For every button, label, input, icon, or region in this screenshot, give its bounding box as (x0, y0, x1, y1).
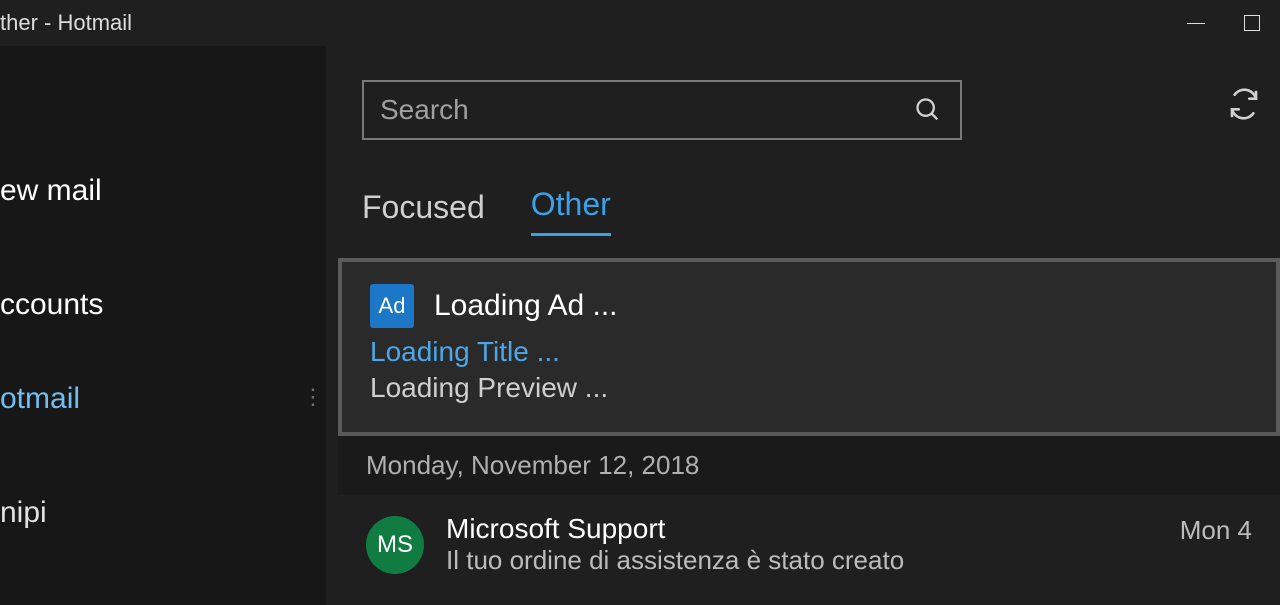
main-content: ew mail ccounts otmail ⋮ nipi (0, 46, 1280, 605)
ad-badge: Ad (370, 284, 414, 328)
search-icon[interactable] (912, 94, 944, 126)
avatar: MS (366, 516, 424, 574)
tab-focused[interactable]: Focused (362, 189, 485, 236)
accounts-heading: ccounts (0, 278, 326, 332)
tab-other[interactable]: Other (531, 186, 611, 236)
window-title: ther - Hotmail (0, 10, 132, 36)
maximize-button[interactable] (1224, 0, 1280, 46)
message-list: Ad Loading Ad ... Loading Title ... Load… (338, 258, 1280, 605)
search-input[interactable] (380, 94, 900, 126)
minimize-button[interactable] (1168, 0, 1224, 46)
sidebar-folder[interactable]: nipi (0, 486, 326, 540)
message-item[interactable]: MS Microsoft Support Il tuo ordine di as… (338, 495, 1280, 576)
ad-loading-label: Loading Ad ... (434, 289, 618, 323)
ad-title: Loading Title ... (370, 336, 1248, 368)
sidebar-account-label: otmail (0, 382, 80, 415)
message-time: Mon 4 (1180, 515, 1252, 576)
message-sender: Microsoft Support (446, 513, 1158, 545)
refresh-icon (1228, 88, 1260, 120)
sync-button[interactable] (1228, 88, 1260, 129)
new-mail-button[interactable]: ew mail (0, 164, 326, 218)
title-bar: ther - Hotmail (0, 0, 1280, 46)
search-row (362, 80, 1280, 140)
ad-preview: Loading Preview ... (370, 372, 1248, 404)
window-caption-controls (1168, 0, 1280, 46)
inbox-tabs: Focused Other (362, 180, 611, 236)
message-panel: Focused Other Ad Loading Ad ... Loading … (326, 46, 1280, 605)
sidebar-account-hotmail[interactable]: otmail ⋮ (0, 372, 326, 426)
date-group-header: Monday, November 12, 2018 (338, 436, 1280, 495)
ad-header: Ad Loading Ad ... (370, 284, 1248, 328)
message-subject: Il tuo ordine di assistenza è stato crea… (446, 545, 1158, 576)
vertical-ellipsis-icon: ⋮ (302, 384, 326, 410)
sidebar: ew mail ccounts otmail ⋮ nipi (0, 46, 326, 605)
search-box[interactable] (362, 80, 962, 140)
message-text: Microsoft Support Il tuo ordine di assis… (446, 513, 1158, 576)
ad-card[interactable]: Ad Loading Ad ... Loading Title ... Load… (338, 258, 1280, 436)
